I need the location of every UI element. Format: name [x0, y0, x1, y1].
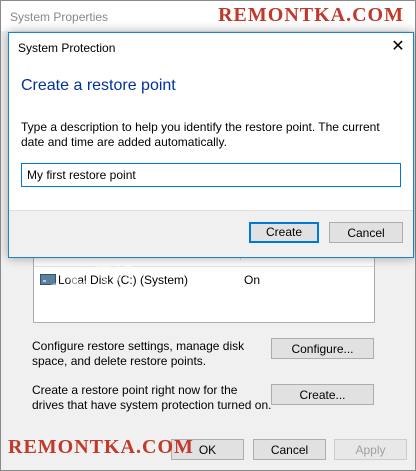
close-icon[interactable]: ✕ [387, 36, 409, 58]
drives-list[interactable]: Available Drives Protection Local Disk (… [33, 251, 375, 323]
apply-button[interactable]: Apply [334, 439, 407, 460]
cancel-button[interactable]: Cancel [253, 439, 326, 460]
configure-description: Configure restore settings, manage disk … [32, 339, 245, 368]
drive-protection-status: On [244, 273, 261, 287]
dialog-titlebar: System Protection ✕ [9, 33, 413, 63]
dialog-description: Type a description to help you identify … [21, 120, 380, 149]
system-protection-dialog: System Protection ✕ Create a restore poi… [8, 32, 414, 258]
dialog-cancel-button[interactable]: Cancel [329, 222, 403, 243]
dialog-divider [9, 210, 413, 211]
watermark-top: REMONTKA.COM [218, 4, 404, 26]
watermark-bottom: REMONTKA.COM [8, 436, 194, 458]
create-button[interactable]: Create [249, 222, 319, 243]
hard-drive-icon [40, 274, 56, 285]
dialog-title: System Protection [18, 41, 116, 55]
create-description: Create a restore point right now for the… [32, 383, 272, 412]
create-restore-button[interactable]: Create... [271, 384, 374, 405]
dialog-body: Create a restore point Type a descriptio… [9, 63, 413, 210]
configure-button[interactable]: Configure... [271, 338, 374, 359]
dialog-heading: Create a restore point [21, 77, 176, 94]
restore-point-description-input[interactable] [21, 163, 401, 187]
drive-name: Local Disk (C:) (System) [58, 273, 189, 287]
system-properties-title: System Properties [10, 10, 109, 24]
drive-row[interactable]: Local Disk (C:) (System) On [40, 272, 370, 288]
